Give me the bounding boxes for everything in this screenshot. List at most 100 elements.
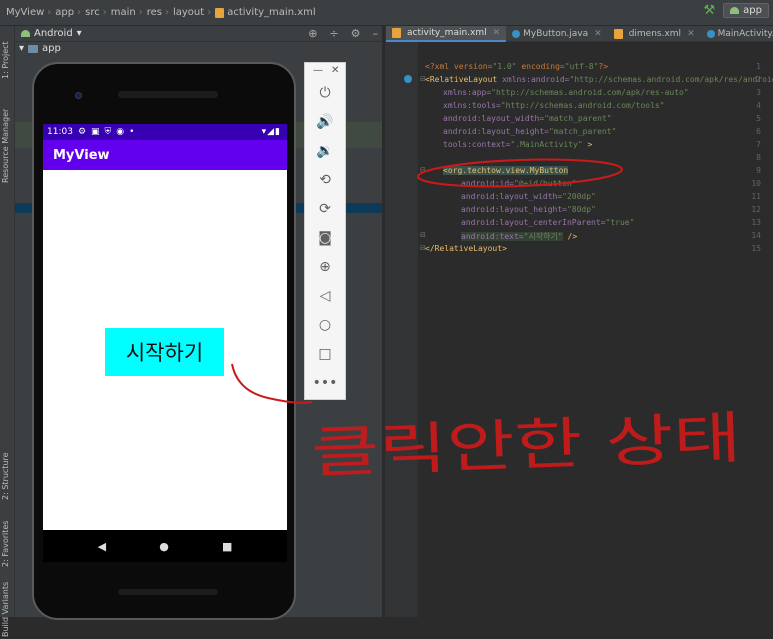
close-icon[interactable]: ✕ [594,29,602,39]
breadcrumb-separator: › [77,7,82,18]
wifi-battery-icon: ▾◢▮ [261,127,281,137]
breadcrumb-module[interactable]: app [55,7,74,18]
breadcrumb-layout[interactable]: layout [173,7,204,18]
breadcrumb-project[interactable]: MyView [6,7,44,18]
close-icon[interactable]: ✕ [687,29,695,39]
build-hammer-icon[interactable]: ⚒ [704,3,716,18]
breadcrumb-separator: › [138,7,143,18]
rotate-right-icon[interactable]: ⟳ [305,201,345,217]
collapse-icon[interactable]: ÷ [329,27,338,40]
tool-tab-structure[interactable]: 2: Structure [1,446,14,506]
shield-icon: ⛨ [104,127,112,137]
nav-recents-icon[interactable]: ■ [222,540,232,553]
line-gutter [386,42,418,617]
volume-up-icon[interactable]: 🔊 [305,114,345,130]
code-line-12[interactable]: android:layout_height="80dp" [461,205,596,214]
code-line-2[interactable]: <RelativeLayout xmlns:android="http://sc… [425,75,773,84]
home-icon[interactable]: ○ [305,317,345,333]
folder-icon [28,44,39,53]
xml-file-icon [392,28,401,38]
close-icon[interactable]: ✕ [331,65,339,76]
tool-tab-build-variants[interactable]: Build Variants [1,579,14,639]
code-line-5[interactable]: android:layout_width="match_parent" [443,114,612,123]
emulator-toolbar: — ✕ ⏻ 🔊 🔉 ⟲ ⟳ ◙ ⊕ ◁ ○ □ ••• [304,62,346,400]
breadcrumb-separator: › [102,7,107,18]
bottom-speaker [118,589,218,595]
code-line-11[interactable]: android:layout_width="200dp" [461,192,596,201]
app-bar-title: MyView [43,140,287,170]
xml-file-icon [613,29,623,39]
android-icon [730,7,740,14]
code-line-10[interactable]: android:id="@+id/button" [461,179,577,188]
tree-item-app[interactable]: ▾ app [19,43,61,54]
line-number: 5 [756,114,761,123]
power-icon[interactable]: ⏻ [305,85,345,101]
run-config-select[interactable]: app [723,3,769,18]
project-view-mode[interactable]: Android [34,28,73,39]
sync-icon: ◉ [116,127,125,137]
tab-label: dimens.xml [628,29,682,39]
code-line-7[interactable]: tools:context=".MainActivity" > [443,140,592,149]
line-number: 10 [751,179,761,188]
status-bar: 11:03 ⚙ ▣ ⛨ ◉ • ▾◢▮ [43,124,287,140]
code-line-15[interactable]: </RelativeLayout> [425,244,507,253]
start-button[interactable]: 시작하기 [105,328,224,376]
code-line-4[interactable]: xmlns:tools="http://schemas.android.com/… [443,101,665,110]
notification-icon: ▣ [91,127,100,137]
chevron-down-icon[interactable]: ▾ [77,28,82,39]
java-class-icon [706,30,715,38]
front-camera [75,92,82,99]
android-icon [21,30,30,37]
overview-icon[interactable]: □ [305,346,345,362]
code-line-13[interactable]: android:layout_centerInParent="true" [461,218,634,227]
top-speaker [118,91,218,98]
breadcrumb-src[interactable]: src [85,7,100,18]
tab-mybutton[interactable]: MyButton.java ✕ [506,26,608,42]
run-toolbar: ⚒ app [704,3,769,18]
class-gutter-icon[interactable] [404,75,412,83]
fold-marker-icon[interactable]: ⊟ [420,75,426,83]
gear-icon[interactable]: ⚙ [351,27,361,40]
tab-mainactivity[interactable]: MainActivity.java✕ [701,26,773,42]
line-number: 7 [756,140,761,149]
nav-back-icon[interactable]: ◀ [98,540,106,553]
tool-tab-resource-manager[interactable]: Resource Manager [1,98,14,193]
volume-down-icon[interactable]: 🔉 [305,143,345,159]
code-line-6[interactable]: android:layout_height="match_parent" [443,127,616,136]
device-screen: 11:03 ⚙ ▣ ⛨ ◉ • ▾◢▮ MyView 시작하기 [43,124,287,530]
editor-tabs: activity_main.xml ✕ MyButton.java ✕ dimens… [386,26,773,42]
tool-tab-favorites[interactable]: 2: Favorites [1,514,14,574]
breadcrumb-res[interactable]: res [147,7,162,18]
fold-marker-icon[interactable]: ⊟ [420,166,426,174]
more-icon[interactable]: ••• [305,375,345,391]
code-line-3[interactable]: xmlns:app="http://schemas.android.com/ap… [443,88,689,97]
tool-tab-project[interactable]: 1: Project [1,30,14,90]
line-number: 12 [751,205,761,214]
code-line-1[interactable]: <?xml version="1.0" encoding="utf-8"?> [425,62,608,71]
hide-icon[interactable]: – [373,27,379,40]
code-line-14[interactable]: android:text="시작하기" /> [461,231,577,242]
run-config-label: app [743,5,762,16]
line-number: 6 [756,127,761,136]
fold-marker-icon[interactable]: ⊟ [420,231,426,239]
expand-arrow-icon[interactable]: ▾ [19,43,24,54]
zoom-icon[interactable]: ⊕ [305,259,345,275]
minimize-icon[interactable]: — [313,65,323,76]
line-number: 11 [751,192,761,201]
rotate-left-icon[interactable]: ⟲ [305,172,345,188]
locate-icon[interactable]: ⊕ [308,27,317,40]
close-icon[interactable]: ✕ [493,28,501,38]
back-icon[interactable]: ◁ [305,288,345,304]
fold-marker-icon[interactable]: ⊟ [420,244,426,252]
nav-home-icon[interactable]: ● [159,540,169,553]
line-number: 14 [751,231,761,240]
code-line-9[interactable]: <org.techtow.view.MyButton [443,166,569,175]
tab-dimens[interactable]: dimens.xml ✕ [608,26,701,42]
camera-icon[interactable]: ◙ [305,230,345,246]
line-number: 4 [756,101,761,110]
breadcrumb-file[interactable]: activity_main.xml [227,7,315,18]
tab-activity-main[interactable]: activity_main.xml ✕ [386,26,507,42]
project-panel-tools: ⊕ ÷ ⚙ – [308,27,378,40]
breadcrumb-main[interactable]: main [111,7,136,18]
settings-gear-icon: ⚙ [77,127,87,137]
